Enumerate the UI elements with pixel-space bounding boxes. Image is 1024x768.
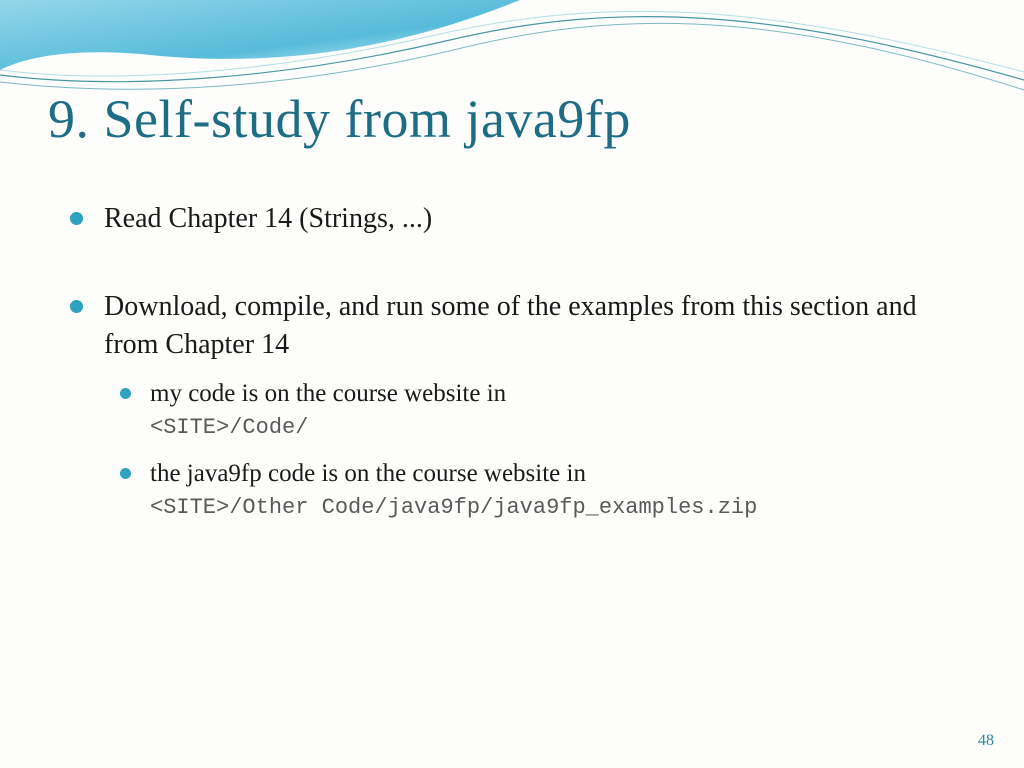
- code-path: <SITE>/Other Code/java9fp/java9fp_exampl…: [150, 493, 964, 523]
- bullet-item: Read Chapter 14 (Strings, ...): [70, 200, 964, 238]
- slide-content: Read Chapter 14 (Strings, ...) Download,…: [70, 200, 964, 572]
- sub-bullet-item: my code is on the course website in <SIT…: [120, 377, 964, 442]
- page-number: 48: [978, 732, 994, 750]
- bullet-text: Download, compile, and run some of the e…: [104, 291, 917, 360]
- sub-bullet-item: the java9fp code is on the course websit…: [120, 457, 964, 522]
- sub-bullet-text: my code is on the course website in: [150, 380, 506, 407]
- slide-title: 9. Self-study from java9fp: [48, 88, 631, 150]
- bullet-text: Read Chapter 14 (Strings, ...): [104, 203, 432, 234]
- sub-bullet-text: the java9fp code is on the course websit…: [150, 460, 586, 487]
- bullet-item: Download, compile, and run some of the e…: [70, 288, 964, 522]
- code-path: <SITE>/Code/: [150, 413, 964, 443]
